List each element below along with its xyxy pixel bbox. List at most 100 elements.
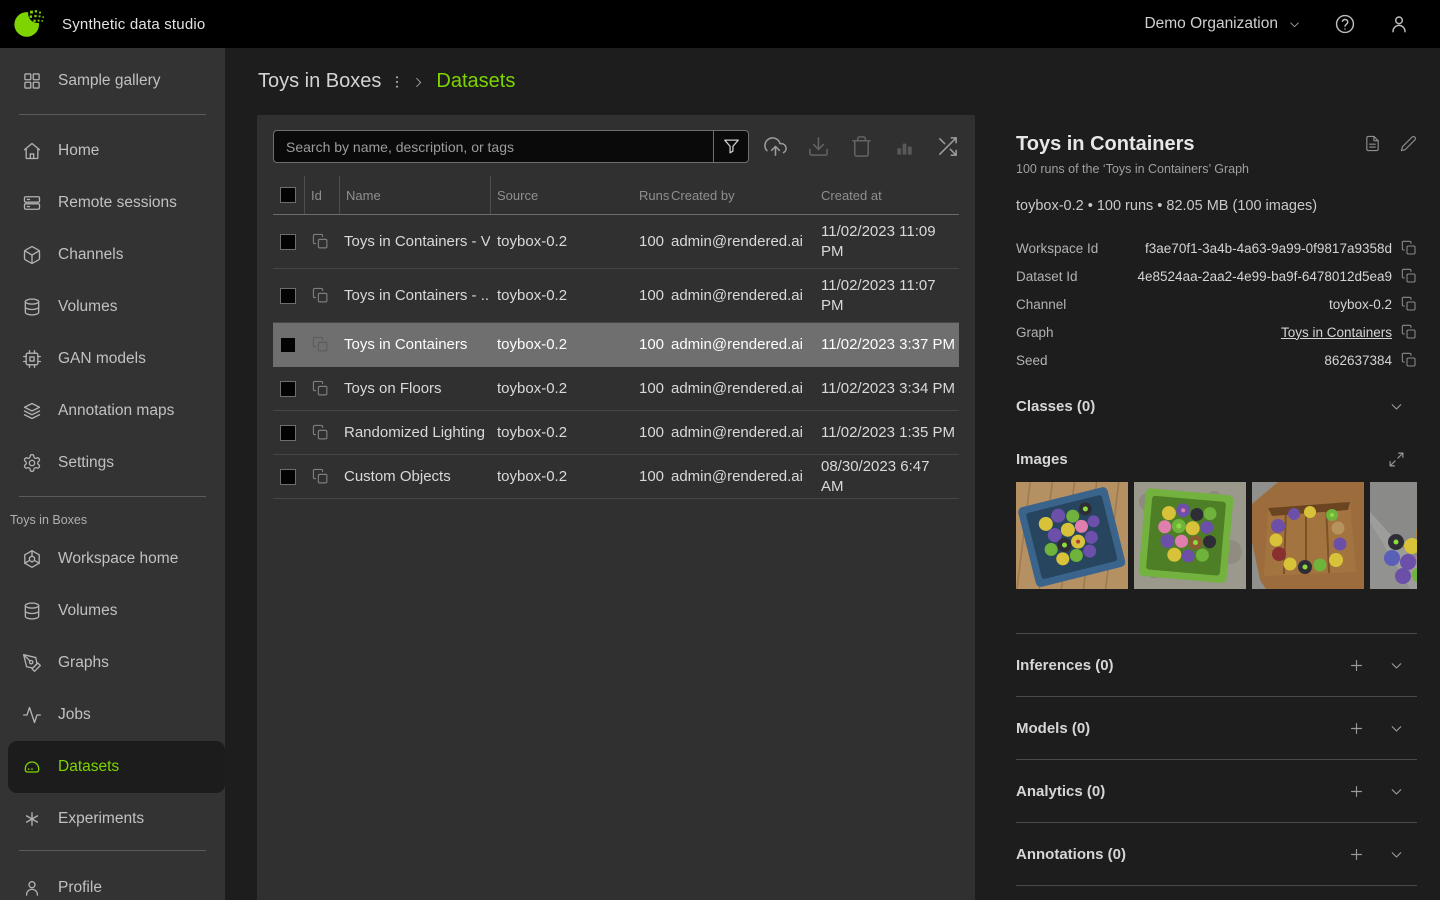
breadcrumb-workspace[interactable]: Toys in Boxes [258, 70, 381, 93]
expand-icon[interactable] [1388, 451, 1405, 468]
column-header-created-at[interactable]: Created at [819, 176, 955, 214]
sidebar-item-remote-sessions[interactable]: Remote sessions [0, 177, 225, 229]
sidebar-item-home[interactable]: Home [0, 125, 225, 177]
column-header-created-by[interactable]: Created by [669, 176, 819, 214]
graph-link[interactable]: Toys in Containers [1281, 325, 1392, 340]
upload-dataset-button[interactable] [764, 135, 787, 158]
dataset-image-thumbnail[interactable] [1134, 482, 1246, 589]
dataset-runs: 100 [639, 233, 669, 250]
sidebar-item-workspace-volumes[interactable]: Volumes [0, 585, 225, 637]
inferences-section-header[interactable]: Inferences (0) [1016, 633, 1417, 696]
filter-funnel-icon [722, 137, 741, 156]
filter-button[interactable] [713, 130, 749, 163]
copy-id-icon[interactable] [312, 233, 329, 250]
select-all-checkbox[interactable] [280, 187, 296, 203]
sidebar-item-jobs[interactable]: Jobs [0, 689, 225, 741]
column-header-runs[interactable]: Runs [639, 176, 669, 214]
copy-icon[interactable] [1401, 240, 1417, 256]
copy-id-icon[interactable] [312, 336, 329, 353]
home-icon [22, 141, 42, 161]
sidebar-item-annotation-maps[interactable]: Annotation maps [0, 385, 225, 437]
annotations-label: Annotations (0) [1016, 846, 1126, 863]
table-row-selected[interactable]: Toys in Containers toybox-0.2 100 admin@… [273, 323, 959, 367]
sidebar-item-label: Volumes [58, 298, 117, 316]
search-input[interactable] [273, 130, 713, 163]
dataset-image-thumbnail[interactable] [1370, 482, 1417, 589]
annotations-section-header[interactable]: Annotations (0) [1016, 822, 1417, 885]
sidebar-item-gan-models[interactable]: GAN models [0, 333, 225, 385]
property-label: Seed [1016, 353, 1048, 368]
add-annotation-icon[interactable] [1348, 846, 1365, 863]
download-dataset-button[interactable] [807, 135, 830, 158]
copy-id-icon[interactable] [312, 468, 329, 485]
models-label: Models (0) [1016, 720, 1090, 737]
breadcrumb-current: Datasets [436, 70, 515, 93]
image-thumbnails [1016, 482, 1417, 589]
compare-datasets-button[interactable] [936, 135, 959, 158]
organization-selector[interactable]: Demo Organization [1144, 15, 1302, 33]
analytics-section-header[interactable]: Analytics (0) [1016, 759, 1417, 822]
sidebar-item-experiments[interactable]: Experiments [0, 793, 225, 845]
row-checkbox[interactable] [280, 234, 296, 250]
help-icon[interactable] [1334, 13, 1356, 35]
sidebar-item-graphs[interactable]: Graphs [0, 637, 225, 689]
copy-icon[interactable] [1401, 324, 1417, 340]
row-checkbox[interactable] [280, 337, 296, 353]
dataset-runs: 100 [639, 380, 669, 397]
dataset-description: 100 runs of the ‘Toys in Containers’ Gra… [1016, 162, 1417, 176]
copy-id-icon[interactable] [312, 380, 329, 397]
row-checkbox[interactable] [280, 381, 296, 397]
copy-id-icon[interactable] [312, 424, 329, 441]
property-label: Workspace Id [1016, 241, 1098, 256]
analytics-button[interactable] [893, 135, 916, 158]
table-row[interactable]: Toys in Containers - V... toybox-0.2 100… [273, 215, 959, 269]
row-checkbox[interactable] [280, 469, 296, 485]
copy-icon[interactable] [1401, 268, 1417, 284]
datasets-table: Id Name Source Runs Created by Created a… [273, 176, 959, 499]
sidebar-item-workspace-home[interactable]: Workspace home [0, 533, 225, 585]
sidebar-item-channels[interactable]: Channels [0, 229, 225, 281]
kebab-menu-icon[interactable] [389, 74, 405, 90]
table-row[interactable]: Toys in Containers - ... toybox-0.2 100 … [273, 269, 959, 323]
table-row[interactable]: Custom Objects toybox-0.2 100 admin@rend… [273, 455, 959, 499]
sidebar-item-sample-gallery[interactable]: Sample gallery [0, 48, 225, 114]
sidebar-item-label: Settings [58, 454, 114, 472]
dataset-source: toybox-0.2 [490, 424, 639, 441]
sidebar-item-profile[interactable]: Profile [0, 862, 225, 900]
classes-section-header[interactable]: Classes (0) [1016, 398, 1417, 415]
copy-id-icon[interactable] [312, 287, 329, 304]
asterisk-icon [22, 809, 42, 829]
sidebar-item-label: Volumes [58, 602, 117, 620]
column-header-id[interactable]: Id [304, 176, 339, 214]
edit-dataset-icon[interactable] [1400, 135, 1417, 152]
dataset-image-thumbnail[interactable] [1016, 482, 1128, 589]
chevron-down-icon[interactable] [1388, 657, 1405, 674]
chevron-down-icon[interactable] [1388, 846, 1405, 863]
cube-icon [22, 245, 42, 265]
column-header-name[interactable]: Name [339, 176, 490, 214]
copy-icon[interactable] [1401, 352, 1417, 368]
sidebar-item-volumes[interactable]: Volumes [0, 281, 225, 333]
user-account-icon[interactable] [1388, 13, 1410, 35]
sidebar-item-datasets[interactable]: Datasets [8, 741, 225, 793]
dataset-log-icon[interactable] [1364, 135, 1381, 152]
gear-icon [22, 453, 42, 473]
sidebar-item-settings[interactable]: Settings [0, 437, 225, 489]
add-inference-icon[interactable] [1348, 657, 1365, 674]
table-row[interactable]: Randomized Lighting toybox-0.2 100 admin… [273, 411, 959, 455]
column-header-source[interactable]: Source [490, 176, 639, 214]
row-checkbox[interactable] [280, 425, 296, 441]
add-model-icon[interactable] [1348, 720, 1365, 737]
dataset-image-thumbnail[interactable] [1252, 482, 1364, 589]
sidebar-item-label: Home [58, 142, 99, 160]
chevron-down-icon[interactable] [1388, 720, 1405, 737]
row-checkbox[interactable] [280, 288, 296, 304]
chevron-down-icon[interactable] [1388, 783, 1405, 800]
table-row[interactable]: Toys on Floors toybox-0.2 100 admin@rend… [273, 367, 959, 411]
chevron-down-icon[interactable] [1388, 398, 1405, 415]
copy-icon[interactable] [1401, 296, 1417, 312]
models-section-header[interactable]: Models (0) [1016, 696, 1417, 759]
add-analytics-icon[interactable] [1348, 783, 1365, 800]
delete-dataset-button[interactable] [850, 135, 873, 158]
property-label: Graph [1016, 325, 1054, 340]
